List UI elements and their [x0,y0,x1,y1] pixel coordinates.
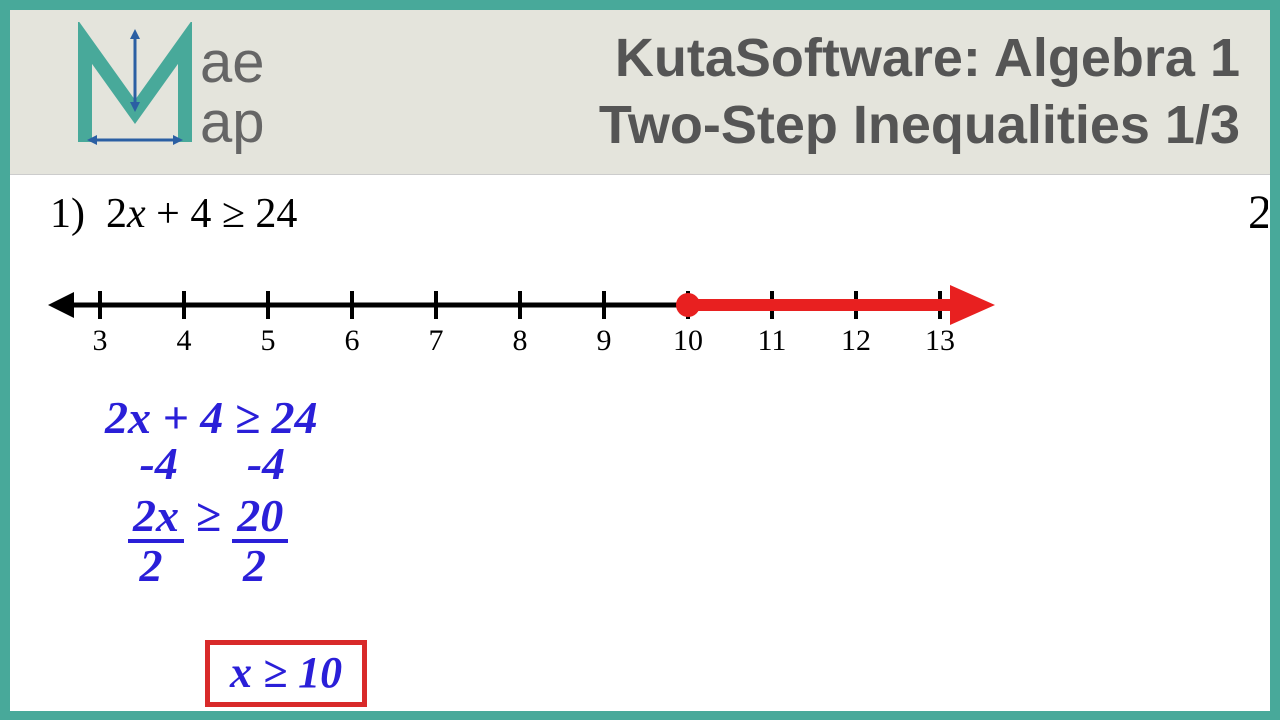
svg-text:3: 3 [93,324,108,357]
svg-text:7: 7 [429,324,444,357]
title-line1: KutaSoftware: Algebra 1 [420,25,1240,93]
number-line-svg: 3 4 5 6 7 8 9 10 11 12 13 [40,270,1000,380]
title-line2: Two-Step Inequalities 1/3 [420,92,1240,160]
work-step2: -4 -4 [105,441,317,487]
answer-box: x ≥ 10 [205,640,367,707]
problem-statement: 1) 2x + 4 ≥ 24 [50,190,297,238]
svg-text:9: 9 [597,324,612,357]
problem-expression: 2x + 4 ≥ 24 [106,191,297,237]
cutoff-text: 2 [1248,185,1268,240]
work-step1: 2x + 4 ≥ 24 [105,395,317,441]
svg-text:13: 13 [925,324,955,357]
work-step3-den: 2 2 [105,543,317,589]
svg-text:6: 6 [345,324,360,357]
header: ae ap KutaSoftware: Algebra 1 Two-Step I… [10,10,1270,175]
logo-text-ap: ap [200,90,265,155]
number-line: 3 4 5 6 7 8 9 10 11 12 13 [40,270,1000,380]
svg-text:8: 8 [513,324,528,357]
svg-text:4: 4 [177,324,192,357]
title-block: KutaSoftware: Algebra 1 Two-Step Inequal… [420,25,1270,160]
svg-text:11: 11 [758,324,787,357]
maemap-logo: ae ap [65,22,365,162]
svg-text:10: 10 [673,324,703,357]
slide-frame: ae ap KutaSoftware: Algebra 1 Two-Step I… [0,0,1280,720]
svg-text:12: 12 [841,324,871,357]
content-area: 1) 2x + 4 ≥ 24 3 4 5 6 7 8 9 10 11 12 13 2x + 4 ≥ … [10,175,1270,711]
svg-text:5: 5 [261,324,276,357]
worked-solution: 2x + 4 ≥ 24 -4 -4 2x ≥ 20 2 2 [105,395,317,589]
logo: ae ap [10,10,420,174]
work-step3: 2x ≥ 20 [105,493,317,543]
problem-number: 1) [50,191,85,237]
logo-text-ae: ae [200,30,265,95]
